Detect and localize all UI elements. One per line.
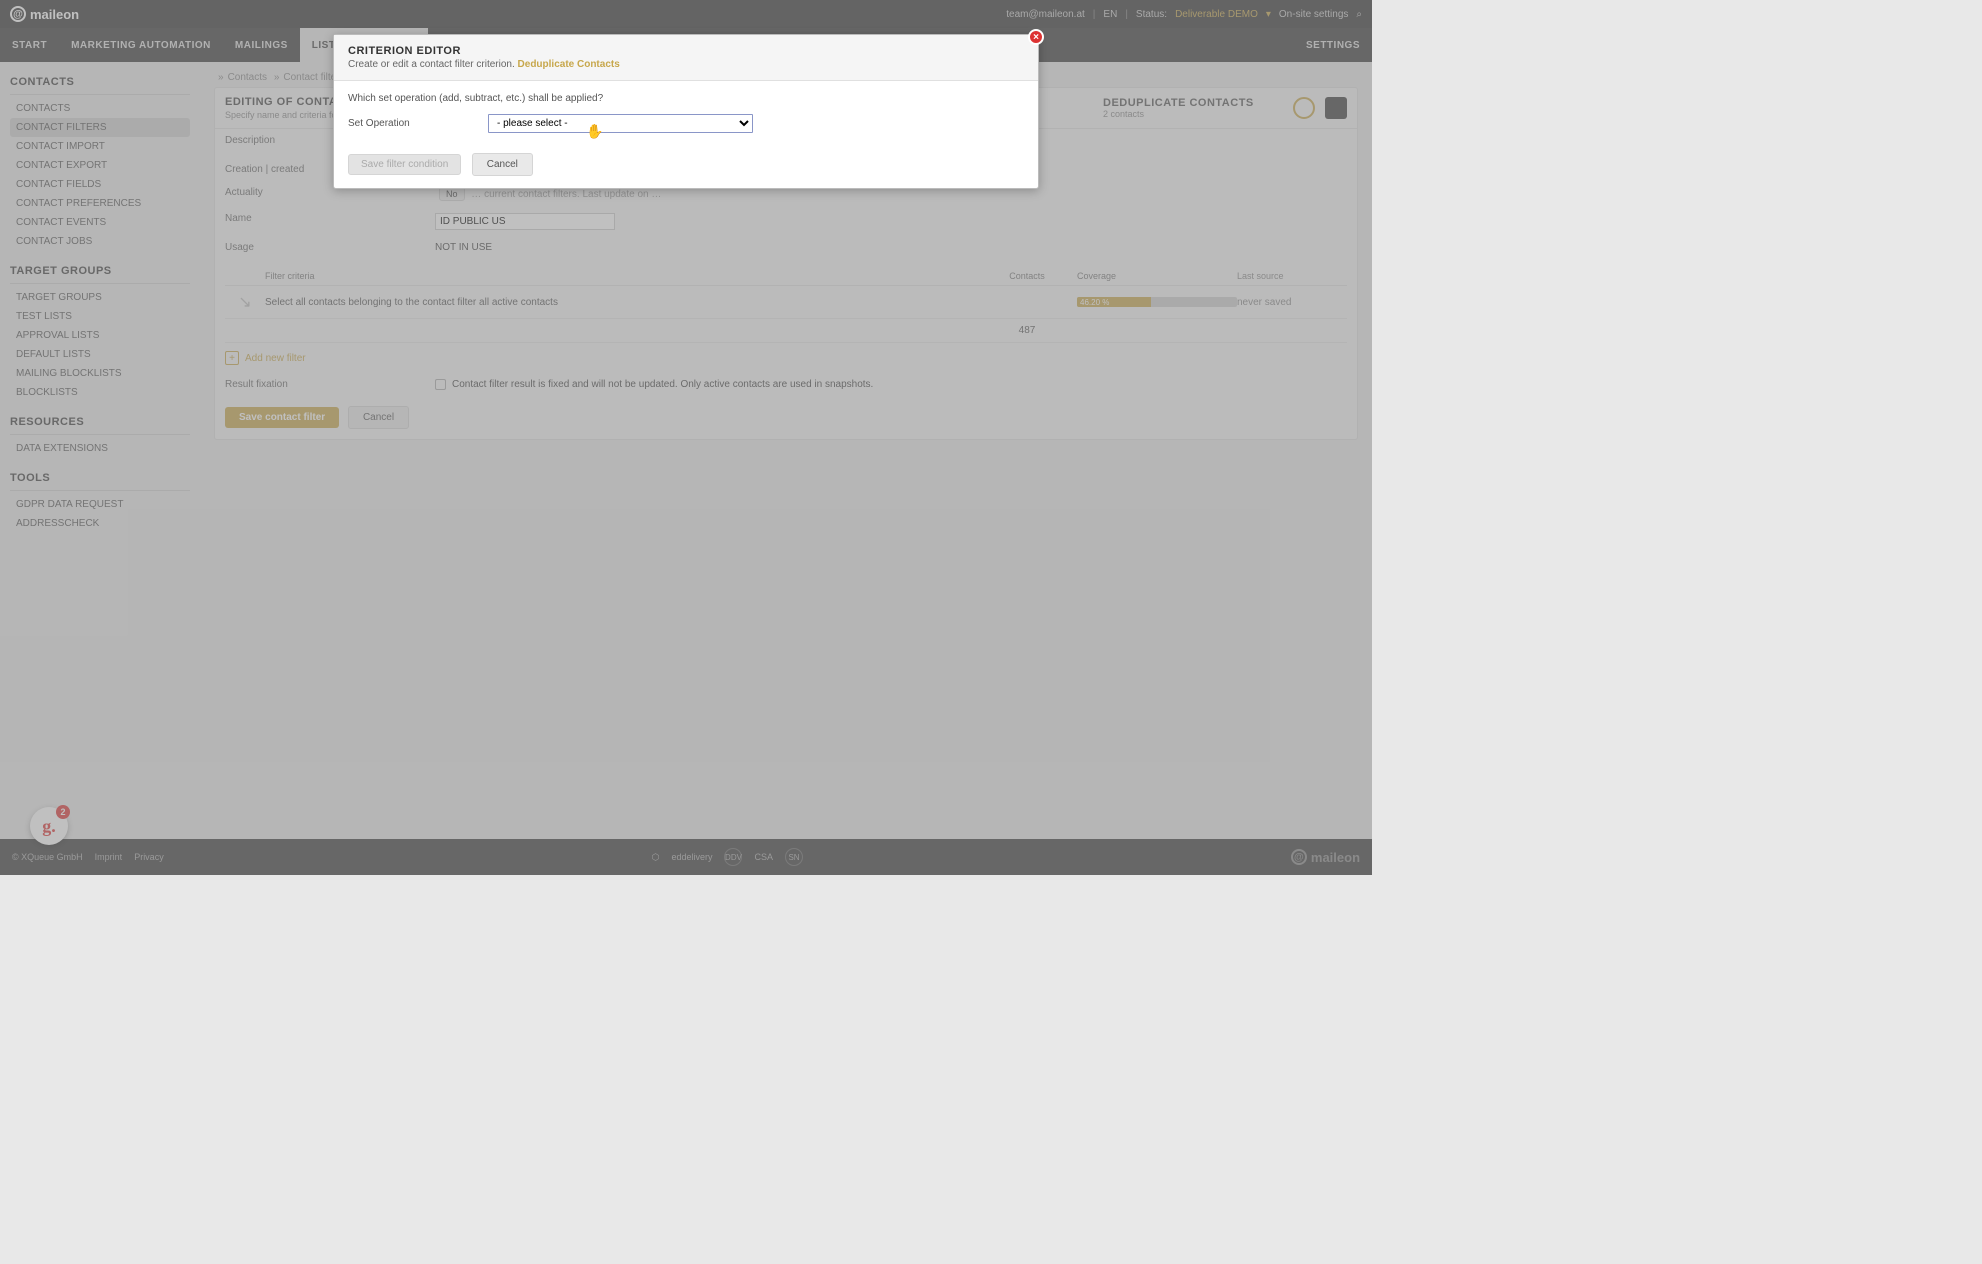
set-operation-label: Set Operation [348, 118, 488, 129]
modal-question: Which set operation (add, subtract, etc.… [348, 93, 1024, 104]
modal-subtitle: Create or edit a contact filter criterio… [348, 59, 515, 70]
set-operation-select[interactable]: - please select - [488, 114, 753, 133]
save-filter-condition-button[interactable]: Save filter condition [348, 154, 461, 175]
modal-subtitle-link[interactable]: Deduplicate Contacts [518, 59, 620, 70]
criterion-editor-modal: × CRITERION EDITOR Create or edit a cont… [333, 34, 1039, 189]
cancel-button[interactable]: Cancel [472, 153, 533, 176]
modal-title: CRITERION EDITOR [348, 45, 1024, 57]
close-icon[interactable]: × [1028, 29, 1044, 45]
